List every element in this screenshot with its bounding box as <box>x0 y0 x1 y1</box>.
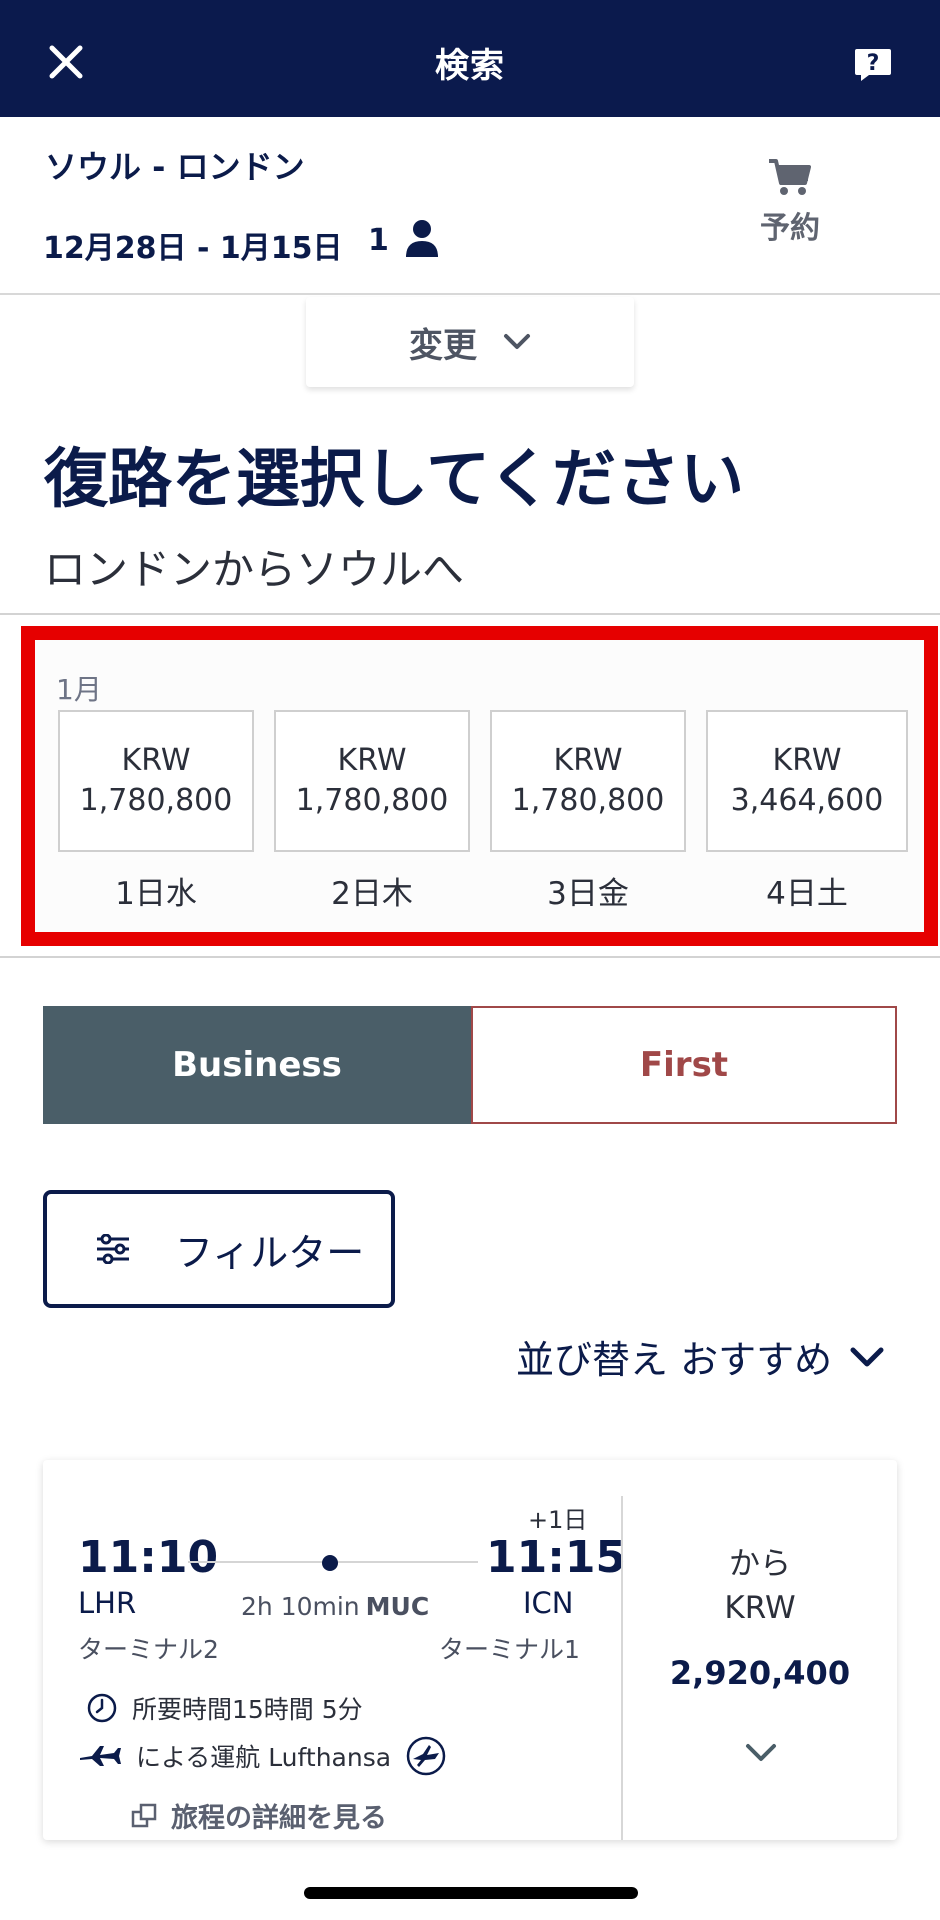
lufthansa-logo <box>406 1736 446 1776</box>
date-card[interactable]: KRW 1,780,800 <box>490 710 686 852</box>
filter-button[interactable]: フィルター <box>43 1190 395 1308</box>
user-icon <box>406 220 438 257</box>
cart-label: 予約 <box>760 211 820 246</box>
flight-result-card[interactable]: +1日 11:10 11:15 LHR 2h 10min MUC ICN ターミナ… <box>43 1460 897 1840</box>
price-prefix: から KRW <box>623 1542 897 1630</box>
cart-icon <box>769 159 811 195</box>
date-currency: KRW <box>121 743 191 778</box>
home-indicator[interactable] <box>304 1887 638 1899</box>
day-offset: +1日 <box>528 1506 588 1534</box>
stop-dot <box>322 1555 338 1571</box>
tab-first[interactable]: First <box>471 1006 897 1124</box>
arrival-time: 11:15 <box>486 1532 627 1583</box>
date-price: 1,780,800 <box>295 783 449 818</box>
layover-duration: 2h 10min <box>241 1592 360 1621</box>
top-bar: 検索 ? <box>0 0 940 117</box>
price-from-label: から <box>729 1546 791 1582</box>
sort-label: 並び替え おすすめ <box>516 1338 833 1382</box>
date-currency: KRW <box>337 743 407 778</box>
chevron-down-icon <box>504 334 530 349</box>
total-duration-row: 所要時間15時間 5分 <box>86 1690 363 1726</box>
itinerary-details-link[interactable]: 旅程の詳細を見る <box>131 1796 387 1835</box>
route-text: ソウル - ロンドン <box>45 148 305 186</box>
change-label: 変更 <box>409 325 477 366</box>
page-title: 検索 <box>435 46 505 86</box>
external-link-icon <box>131 1803 157 1827</box>
date-label[interactable]: 3日金 <box>490 868 686 913</box>
departure-time: 11:10 <box>78 1532 219 1583</box>
date-card[interactable]: KRW 1,780,800 <box>274 710 470 852</box>
details-link-label: 旅程の詳細を見る <box>171 1803 387 1834</box>
date-card[interactable]: KRW 3,464,600 <box>706 710 908 852</box>
layover-info: 2h 10min MUC <box>241 1592 429 1621</box>
sort-dropdown[interactable]: 並び替え おすすめ <box>516 1329 884 1384</box>
arrival-terminal: ターミナル1 <box>439 1635 580 1664</box>
sliders-icon <box>97 1234 129 1264</box>
svg-text:?: ? <box>867 51 880 76</box>
help-icon[interactable]: ? <box>853 47 893 83</box>
tab-business[interactable]: Business <box>43 1006 471 1124</box>
operator-row: による運航 Lufthansa <box>78 1735 447 1777</box>
travel-dates: 12月28日 - 1月15日 <box>43 231 343 266</box>
price-amount: 2,920,400 <box>669 1654 851 1692</box>
chevron-down-icon[interactable] <box>744 1742 778 1764</box>
departure-terminal: ターミナル2 <box>78 1635 219 1664</box>
date-currency: KRW <box>772 743 842 778</box>
change-search-button[interactable]: 変更 <box>306 297 634 387</box>
arrival-airport: ICN <box>523 1586 574 1620</box>
page: 検索 ? ソウル - ロンドン 12月28日 - 1月15日 1 予約 変更 復… <box>0 0 940 1920</box>
trip-summary: ソウル - ロンドン 12月28日 - 1月15日 1 予約 <box>0 117 940 295</box>
page-subheading: ロンドンからソウルへ <box>44 545 465 594</box>
date-label[interactable]: 1日水 <box>58 868 254 913</box>
month-label: 1月 <box>56 673 102 706</box>
date-price: 3,464,600 <box>730 783 884 818</box>
chevron-down-icon <box>850 1347 884 1366</box>
date-price: 1,780,800 <box>79 783 233 818</box>
booking-cart-button[interactable]: 予約 <box>740 157 840 247</box>
total-duration: 所要時間15時間 5分 <box>132 1695 363 1724</box>
price-currency: KRW <box>724 1590 796 1626</box>
passenger-count: 1 <box>368 223 389 258</box>
operated-by: による運航 Lufthansa <box>136 1743 392 1772</box>
clock-icon <box>87 1693 117 1723</box>
date-card[interactable]: KRW 1,780,800 <box>58 710 254 852</box>
date-label[interactable]: 4日土 <box>706 868 908 913</box>
date-currency: KRW <box>553 743 623 778</box>
layover-airport: MUC <box>365 1592 430 1621</box>
date-price: 1,780,800 <box>511 783 665 818</box>
departure-airport: LHR <box>78 1586 137 1620</box>
date-label[interactable]: 2日木 <box>274 868 470 913</box>
page-heading: 復路を選択してください <box>44 443 745 517</box>
filter-label: フィルター <box>175 1230 365 1275</box>
plane-icon <box>80 1746 121 1766</box>
